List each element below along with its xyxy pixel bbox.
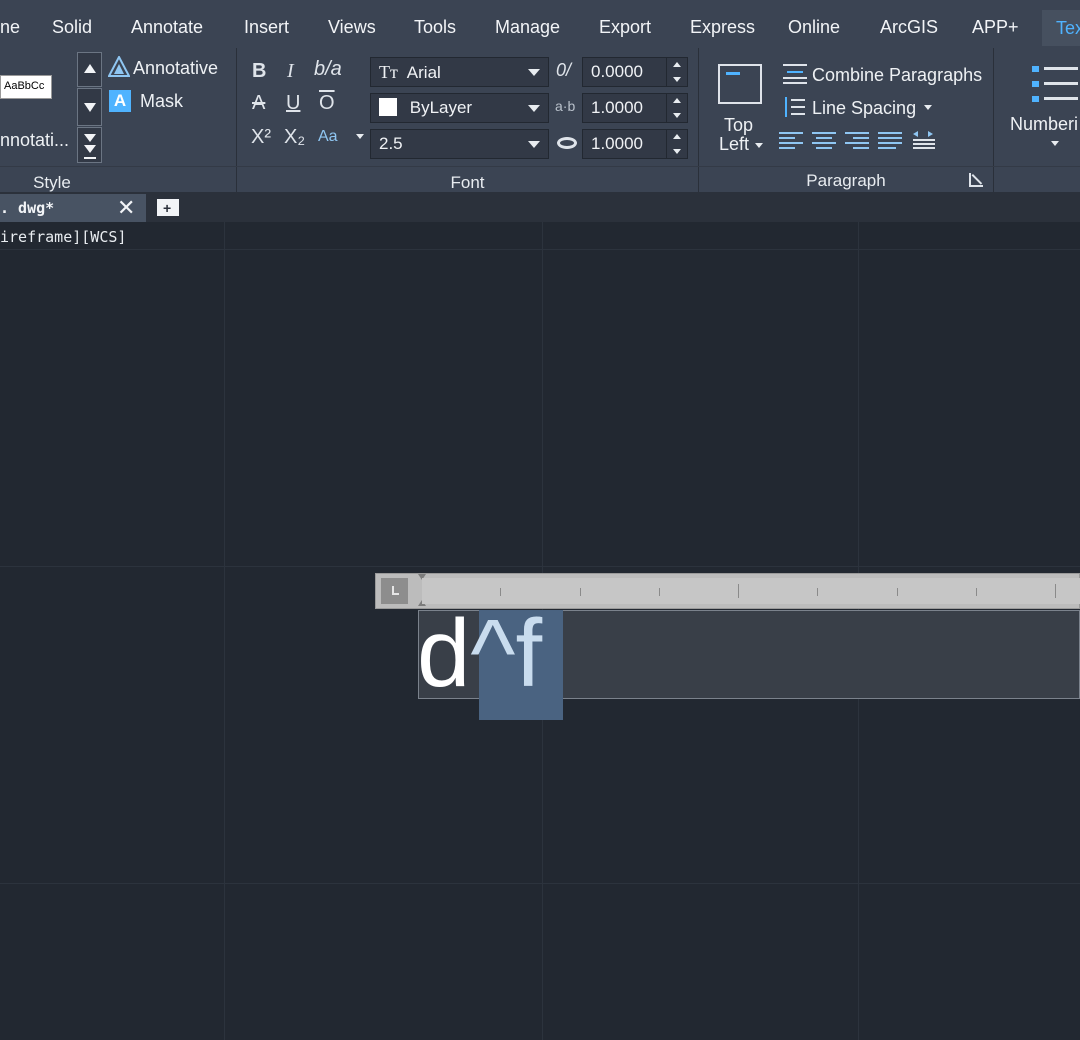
- underline-button[interactable]: U: [286, 92, 300, 115]
- line-spacing-dropdown-icon[interactable]: [924, 105, 932, 110]
- tab-manage[interactable]: Manage: [495, 17, 560, 38]
- tab-insert[interactable]: Insert: [244, 17, 289, 38]
- oblique-angle-spinner[interactable]: [666, 57, 688, 87]
- align-center-icon[interactable]: [812, 131, 838, 156]
- tab-arcgis[interactable]: ArcGIS: [880, 17, 938, 38]
- tab-app-plus[interactable]: APP+: [972, 17, 1019, 38]
- combine-paragraphs-button[interactable]: Combine Paragraphs: [812, 65, 982, 86]
- mtext-content[interactable]: d^f: [417, 599, 542, 709]
- tab-express[interactable]: Express: [690, 17, 755, 38]
- justify-icon[interactable]: [878, 131, 904, 156]
- tab-home[interactable]: ne: [0, 17, 20, 38]
- grid-line: [224, 222, 225, 1040]
- subscript-button[interactable]: X₂: [284, 126, 305, 149]
- font-name-value: Arial: [406, 63, 441, 82]
- oblique-angle-icon: 0/: [556, 60, 572, 80]
- tab-online[interactable]: Online: [788, 17, 840, 38]
- oblique-angle-value: 0.0000: [591, 62, 643, 81]
- color-swatch: [379, 98, 397, 117]
- grid-line: [0, 249, 1080, 250]
- chevron-down-icon[interactable]: [528, 69, 540, 76]
- tracking-input[interactable]: 1.0000: [582, 93, 668, 123]
- tab-type-button[interactable]: [381, 578, 408, 604]
- tracking-spinner[interactable]: [666, 93, 688, 123]
- justification-dropdown-icon[interactable]: [755, 143, 763, 148]
- document-tab[interactable]: . dwg* ✕: [0, 194, 146, 222]
- change-case-button[interactable]: Aa: [318, 128, 338, 146]
- tab-export[interactable]: Export: [599, 17, 651, 38]
- overline-button[interactable]: O: [319, 92, 335, 115]
- annotative-icon: [107, 54, 131, 83]
- tab-text-editor[interactable]: Tex: [1042, 10, 1080, 46]
- justification-line2[interactable]: Left: [719, 134, 749, 155]
- align-right-icon[interactable]: [845, 131, 871, 156]
- chevron-down-icon[interactable]: [528, 141, 540, 148]
- distribute-icon[interactable]: [911, 131, 937, 156]
- style-expand-button[interactable]: [77, 127, 102, 163]
- numbering-icon[interactable]: [1032, 64, 1078, 109]
- strikethrough-button[interactable]: A: [252, 92, 265, 115]
- tab-annotate[interactable]: Annotate: [131, 17, 203, 38]
- text-height-combo[interactable]: 2.5: [370, 129, 549, 159]
- mtext-selected-text: ^f: [470, 600, 543, 707]
- tab-views[interactable]: Views: [328, 17, 376, 38]
- paragraph-panel-title: Paragraph: [806, 171, 886, 190]
- width-factor-icon: [557, 137, 577, 149]
- viewport-controls-label[interactable]: ireframe][WCS]: [0, 228, 126, 246]
- change-case-dropdown-icon[interactable]: [356, 134, 364, 139]
- mask-icon: A: [109, 90, 131, 112]
- italic-button[interactable]: I: [287, 60, 294, 83]
- chevron-down-icon[interactable]: [528, 105, 540, 112]
- tab-tools[interactable]: Tools: [414, 17, 456, 38]
- stack-button[interactable]: b/a: [314, 58, 342, 81]
- line-spacing-button[interactable]: Line Spacing: [812, 98, 916, 119]
- tracking-icon: a·b: [555, 98, 576, 114]
- truetype-font-icon: Tт: [379, 62, 398, 82]
- text-height-value: 2.5: [379, 134, 403, 153]
- align-left-icon[interactable]: [779, 131, 805, 156]
- width-factor-spinner[interactable]: [666, 129, 688, 159]
- document-tab-name: . dwg*: [0, 199, 55, 217]
- mtext-plain-text: d: [417, 600, 471, 707]
- mtext-edit-area[interactable]: d^f: [417, 600, 1080, 720]
- mask-button[interactable]: Mask: [140, 91, 183, 112]
- combine-paragraphs-icon: [783, 63, 807, 90]
- panel-title-separator: [0, 166, 1080, 167]
- width-factor-value: 1.0000: [591, 134, 643, 153]
- style-scroll-up-button[interactable]: [77, 52, 102, 87]
- paragraph-launcher-icon[interactable]: [969, 173, 983, 187]
- panel-divider: [236, 48, 237, 192]
- color-value: ByLayer: [409, 98, 473, 117]
- oblique-angle-input[interactable]: 0.0000: [582, 57, 668, 87]
- new-tab-icon[interactable]: +: [157, 199, 179, 216]
- justification-line1[interactable]: Top: [724, 115, 753, 136]
- tracking-value: 1.0000: [591, 98, 643, 117]
- style-scroll-down-button[interactable]: [77, 88, 102, 126]
- grid-line: [0, 883, 1080, 884]
- style-panel-title: Style: [33, 173, 71, 192]
- color-combo[interactable]: ByLayer: [370, 93, 549, 123]
- style-preview-swatch[interactable]: AaBbCc: [0, 75, 52, 99]
- font-panel-title: Font: [450, 173, 485, 192]
- annotative-button[interactable]: Annotative: [133, 58, 218, 79]
- justification-icon[interactable]: [718, 64, 762, 104]
- superscript-button[interactable]: X²: [251, 126, 271, 149]
- style-name[interactable]: nnotati...: [0, 130, 69, 151]
- numbering-dropdown-icon[interactable]: [1051, 141, 1059, 146]
- ribbon-tab-bar: ne Solid Annotate Insert Views Tools Man…: [0, 0, 1080, 46]
- panel-divider: [993, 48, 994, 192]
- tab-solid[interactable]: Solid: [52, 17, 92, 38]
- bold-button[interactable]: B: [252, 60, 266, 83]
- style-preview-text: AaBbCc: [4, 80, 45, 92]
- close-icon[interactable]: ✕: [117, 195, 135, 221]
- numbering-button[interactable]: Numberi: [1010, 114, 1078, 135]
- width-factor-input[interactable]: 1.0000: [582, 129, 668, 159]
- font-name-combo[interactable]: Tт Arial: [370, 57, 549, 87]
- line-spacing-icon: [783, 96, 805, 123]
- grid-line: [0, 566, 1080, 567]
